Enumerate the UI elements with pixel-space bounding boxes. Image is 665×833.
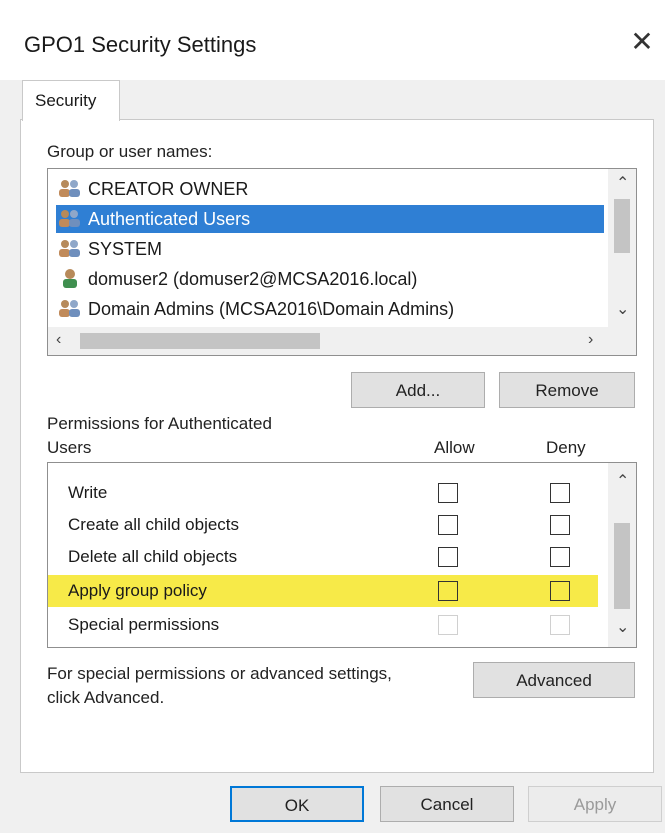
group-icon xyxy=(59,240,80,257)
permissions-vertical-scrollbar[interactable]: ⌃ ⌄ xyxy=(608,463,636,647)
permissions-label-line2: Users xyxy=(47,438,92,457)
scroll-up-icon[interactable]: ⌃ xyxy=(616,173,629,193)
user-name: Authenticated Users xyxy=(88,209,251,229)
permission-row: Delete all child objects xyxy=(48,541,598,573)
permissions-list[interactable]: Write Create all child objects Delete al… xyxy=(47,462,637,648)
permission-name: Write xyxy=(68,483,108,502)
advanced-note-line1: For special permissions or advanced sett… xyxy=(47,664,392,683)
user-list-vertical-scrollbar[interactable]: ⌃ ⌄ xyxy=(608,169,636,327)
close-icon[interactable]: ✕ xyxy=(622,22,662,62)
group-icon xyxy=(59,180,80,197)
title-bar: GPO1 Security Settings ✕ xyxy=(0,0,665,80)
deny-checkbox[interactable] xyxy=(550,581,570,601)
permission-name: Create all child objects xyxy=(68,515,240,534)
scroll-thumb[interactable] xyxy=(80,333,320,349)
permission-row-highlighted: Apply group policy xyxy=(48,575,598,607)
permission-name: Special permissions xyxy=(68,615,220,634)
deny-checkbox-disabled xyxy=(550,615,570,635)
cancel-button[interactable]: Cancel xyxy=(380,786,514,822)
user-name: CREATOR OWNER xyxy=(88,179,249,199)
permission-row: Write xyxy=(48,477,598,509)
permissions-label-line1: Permissions for Authenticated xyxy=(47,414,272,433)
deny-checkbox[interactable] xyxy=(550,547,570,567)
user-name: domuser2 (domuser2@MCSA2016.local) xyxy=(88,269,418,289)
tab-security-label: Security xyxy=(35,91,97,110)
deny-checkbox[interactable] xyxy=(550,483,570,503)
allow-checkbox[interactable] xyxy=(438,547,458,567)
list-item[interactable]: SYSTEM xyxy=(56,235,162,263)
user-name: Domain Admins (MCSA2016\Domain Admins) xyxy=(88,299,455,319)
permission-row: Create all child objects xyxy=(48,509,598,541)
permission-name: Delete all child objects xyxy=(68,547,238,566)
user-list-horizontal-scrollbar[interactable]: ‹ › xyxy=(48,327,636,355)
dialog-title: GPO1 Security Settings xyxy=(24,32,257,57)
group-icon xyxy=(59,210,80,227)
list-item[interactable]: domuser2 (domuser2@MCSA2016.local) xyxy=(56,265,417,293)
user-list[interactable]: CREATOR OWNER Authenticated Users SYSTEM… xyxy=(47,168,637,356)
scroll-down-icon[interactable]: ⌄ xyxy=(616,299,629,319)
advanced-note-line2: click Advanced. xyxy=(47,688,165,707)
scroll-up-icon[interactable]: ⌃ xyxy=(616,471,629,491)
security-settings-dialog: GPO1 Security Settings ✕ Security Group … xyxy=(0,0,665,833)
permission-name: Apply group policy xyxy=(68,581,207,600)
add-button[interactable]: Add... xyxy=(351,372,485,408)
scroll-thumb[interactable] xyxy=(614,523,630,609)
scroll-left-icon[interactable]: ‹ xyxy=(56,331,61,349)
deny-checkbox[interactable] xyxy=(550,515,570,535)
group-or-user-names-label: Group or user names: xyxy=(47,142,213,161)
allow-column-header: Allow xyxy=(434,438,475,457)
deny-column-header: Deny xyxy=(546,438,586,457)
scroll-right-icon[interactable]: › xyxy=(588,331,593,349)
scroll-down-icon[interactable]: ⌄ xyxy=(616,617,629,637)
list-item-selected[interactable]: Authenticated Users xyxy=(56,205,604,233)
allow-checkbox[interactable] xyxy=(438,515,458,535)
tab-security[interactable]: Security xyxy=(22,80,120,121)
scroll-thumb[interactable] xyxy=(614,199,630,253)
allow-checkbox[interactable] xyxy=(438,483,458,503)
user-icon xyxy=(63,269,77,288)
ok-button[interactable]: OK xyxy=(230,786,364,822)
list-item[interactable]: CREATOR OWNER xyxy=(56,175,248,203)
remove-button[interactable]: Remove xyxy=(499,372,635,408)
list-item[interactable]: Domain Admins (MCSA2016\Domain Admins) xyxy=(56,295,454,323)
user-name: SYSTEM xyxy=(88,239,163,259)
allow-checkbox[interactable] xyxy=(438,581,458,601)
apply-button[interactable]: Apply xyxy=(528,786,662,822)
permission-row: Special permissions xyxy=(48,609,598,641)
allow-checkbox-disabled xyxy=(438,615,458,635)
advanced-button[interactable]: Advanced xyxy=(473,662,635,698)
group-icon xyxy=(59,300,80,317)
